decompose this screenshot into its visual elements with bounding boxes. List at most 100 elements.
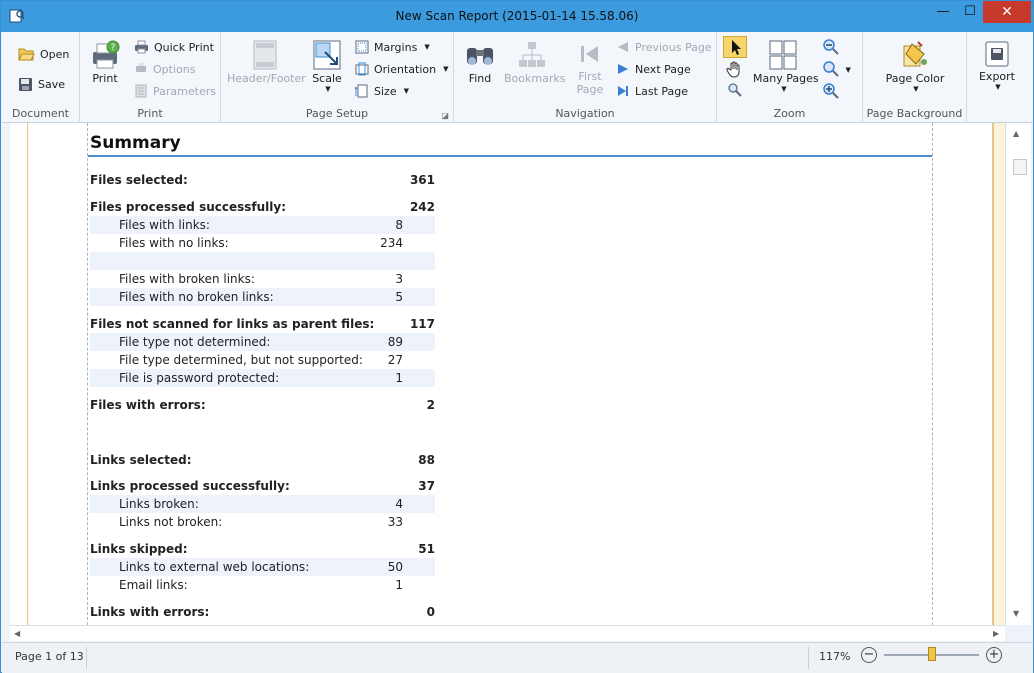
page-color-button[interactable]: Page Color ▼ [877,40,953,93]
previous-page-edge [10,123,28,625]
zoom-slider-thumb[interactable] [928,647,937,661]
group-label-document: Document [12,107,69,120]
report-row: Links processed successfully: 37 [90,477,435,495]
report-page: Summary Files selected: 361 Files processe… [29,123,992,625]
row-label: Files selected: [90,173,188,187]
zoom-percentage: 117% [819,650,851,663]
report-row: Links skipped: 51 [90,540,435,558]
last-page-icon [618,86,628,96]
row-label: Files with links: [119,218,210,232]
window-title: New Scan Report (2015-01-14 15.58.06) [395,9,639,23]
row-label: Files with errors: [90,398,206,412]
row-label: Files with no broken links: [119,290,274,304]
close-button[interactable]: ✕ [983,1,1031,23]
find-label: Find [468,72,492,85]
parameters-button[interactable]: Parameters [134,81,216,101]
left-margin-guide [87,123,88,625]
row-label: Files not scanned for links as parent fi… [90,317,375,331]
row-value: 88 [418,453,435,467]
row-label: Email links: [119,578,188,592]
document-preview-area[interactable]: Summary Files selected: 361 Files processe… [10,123,1005,625]
save-button[interactable]: Save [18,74,65,94]
report-row: Files with errors: 2 [90,396,435,414]
binoculars-icon [467,48,493,65]
hand-icon [726,61,740,78]
report-row: Files with no links: 234 [90,234,435,252]
zoom-dropdown-button[interactable]: ▼ [822,60,851,78]
scroll-down-arrow-icon[interactable]: ▼ [1013,609,1019,618]
report-row: Files with no broken links: 5 [90,288,435,306]
scale-icon [313,40,341,70]
group-label-page-background: Page Background [866,107,963,120]
row-value: 5 [395,290,403,304]
scroll-left-arrow-icon[interactable]: ◀ [14,629,20,638]
size-button[interactable]: Size ▼ [355,81,409,101]
report-row: File type not determined: 89 [90,333,435,351]
report-row: Links to external web locations: 50 [90,558,435,576]
vertical-scroll-thumb[interactable] [1013,159,1027,175]
scroll-right-arrow-icon[interactable]: ▶ [993,629,999,638]
options-button[interactable]: Options [134,59,195,79]
report-title: Summary [90,133,181,153]
size-label: Size [374,84,397,98]
title-bar[interactable]: New Scan Report (2015-01-14 15.58.06) — … [1,1,1033,32]
first-page-button[interactable]: First Page [566,40,614,96]
zoom-in-circle-button[interactable]: + [986,647,1002,663]
header-footer-button[interactable]: Header/Footer [227,40,306,85]
page-setup-dialog-launcher-icon[interactable]: ◪ [441,111,449,120]
scroll-up-arrow-icon[interactable]: ▲ [1013,129,1019,138]
horizontal-scrollbar[interactable]: ◀ ▶ [10,625,1005,641]
bookmarks-tree-icon [519,42,545,67]
minimize-button[interactable]: — [929,1,957,23]
margins-button[interactable]: Margins ▼ [355,37,430,57]
scale-button[interactable]: Scale ▼ [309,40,345,93]
row-value: 37 [418,479,435,493]
group-label-page-setup: Page Setup [305,107,369,120]
vertical-scrollbar[interactable]: ▲ ▼ [1005,123,1031,625]
application-window: New Scan Report (2015-01-14 15.58.06) — … [0,0,1034,673]
previous-page-label: Previous Page [635,40,712,54]
magnifier-tool-button[interactable] [727,82,743,98]
group-print: ? Print Quick Print Options Parameters P… [80,32,221,123]
open-label: Open [40,47,70,61]
zoom-out-button[interactable] [822,38,840,56]
right-margin-guide [932,123,933,625]
orientation-button[interactable]: Orientation ▼ [355,59,449,79]
floppy-disk-icon [19,77,32,91]
group-page-setup: Header/Footer Scale ▼ Margins ▼ Orientat… [221,32,454,123]
many-pages-label: Many Pages [753,72,819,85]
zoom-icon [823,61,839,77]
report-row: Links with errors: 0 [90,603,435,621]
report-row: File type determined, but not supported:… [90,351,435,369]
previous-page-button[interactable]: Previous Page [616,37,712,57]
header-footer-icon [253,40,277,70]
open-button[interactable]: Open [18,44,69,64]
pointer-tool-button[interactable] [723,36,747,58]
maximize-button[interactable]: ☐ [956,1,984,23]
size-dropdown-icon: ▼ [403,87,409,95]
export-button[interactable]: Export ▼ [975,40,1019,91]
row-label: File type determined, but not supported: [119,353,363,367]
first-page-label-line1: First [578,70,602,83]
pointer-icon [732,40,741,55]
row-value: 50 [387,560,403,574]
zoom-out-circle-button[interactable]: − [861,647,877,663]
row-value: 33 [387,515,403,529]
zoom-out-icon [823,39,839,55]
next-page-button[interactable]: Next Page [616,59,691,79]
quick-print-button[interactable]: Quick Print [134,37,214,57]
row-value: 89 [387,335,403,349]
find-button[interactable]: Find [460,40,500,85]
options-label: Options [153,62,196,76]
last-page-button[interactable]: Last Page [616,81,688,101]
hand-tool-button[interactable] [725,60,745,78]
print-button[interactable]: ? Print [86,40,124,85]
row-value: 8 [395,218,403,232]
group-page-background: Page Color ▼ Page Background [863,32,967,123]
zoom-in-button[interactable] [822,82,840,100]
bookmarks-button[interactable]: Bookmarks [504,40,565,85]
report-row: Links not broken: 33 [90,513,435,531]
quick-print-icon [135,40,148,54]
title-underline [88,155,932,157]
many-pages-button[interactable]: Many Pages ▼ [753,40,819,93]
